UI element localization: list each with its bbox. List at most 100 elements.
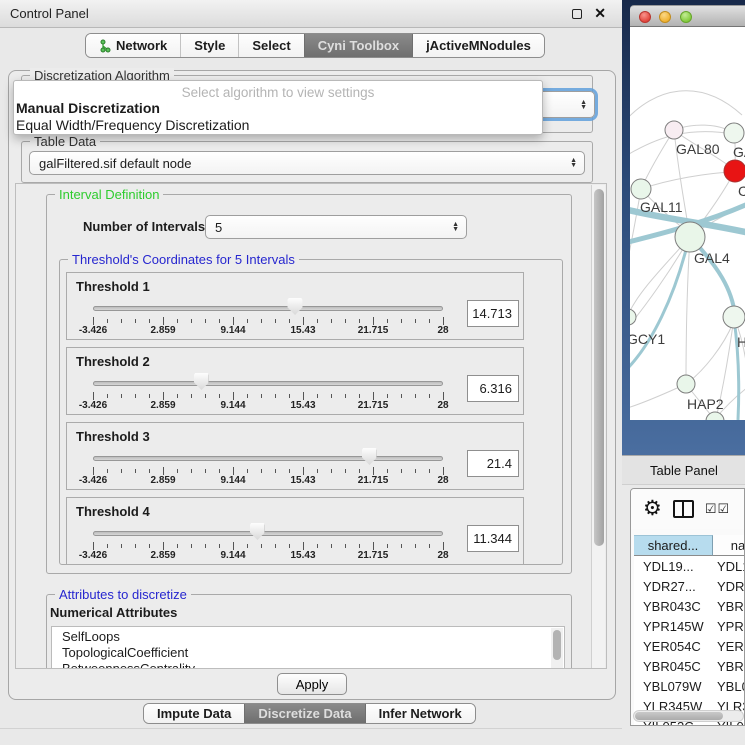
slider-tick-labels: -3.4262.8599.14415.4321.71528 xyxy=(93,400,443,412)
interval-definition-group: Interval Definition Number of Intervals … xyxy=(46,194,572,574)
cell-name[interactable]: YDL1 xyxy=(713,559,745,574)
node-label: GA xyxy=(733,144,745,160)
table-panel-body: ⚙ ☑☑ shared... na YDL19...YDL1YDR27...YD… xyxy=(630,488,745,726)
tab-network-label: Network xyxy=(116,38,167,53)
slider-tick-labels: -3.4262.8599.14415.4321.71528 xyxy=(93,475,443,487)
network-node[interactable] xyxy=(724,160,745,182)
close-traffic-light[interactable] xyxy=(639,11,651,23)
column-header-name[interactable]: na xyxy=(713,535,745,556)
tab-infer-network[interactable]: Infer Network xyxy=(365,704,475,723)
control-panel-tabs: Network Style Select Cyni Toolbox jActiv… xyxy=(85,33,545,58)
network-node[interactable] xyxy=(675,222,705,252)
dropdown-option-manual[interactable]: Manual Discretization xyxy=(14,100,542,117)
group-title: Attributes to discretize xyxy=(55,587,191,602)
cell-shared-name[interactable]: YDR27... xyxy=(634,579,713,594)
table-row[interactable]: YBR045CYBR0 xyxy=(634,656,745,676)
table-row[interactable]: YDR27...YDR2 xyxy=(634,576,745,596)
cell-shared-name[interactable]: YDL19... xyxy=(634,559,713,574)
minimize-traffic-light[interactable] xyxy=(659,11,671,23)
cell-name[interactable]: YBR0 xyxy=(713,659,745,674)
network-node[interactable] xyxy=(724,123,744,143)
network-icon xyxy=(99,39,111,53)
column-checkbox-icons[interactable]: ☑☑ xyxy=(705,501,730,517)
cell-name[interactable]: YDR2 xyxy=(713,579,745,594)
network-node[interactable] xyxy=(706,412,724,420)
list-scrollbar[interactable] xyxy=(551,628,563,669)
cell-name[interactable]: YER0 xyxy=(713,639,745,654)
settings-scroll-area: Interval Definition Number of Intervals … xyxy=(15,183,607,669)
horizontal-scrollbar[interactable] xyxy=(633,710,744,722)
cell-name[interactable]: YBR0 xyxy=(713,599,745,614)
network-window-titlebar[interactable] xyxy=(630,5,745,27)
split-panel-icon[interactable] xyxy=(673,500,694,518)
tab-jactivemnodules[interactable]: jActiveMNodules xyxy=(412,34,544,57)
network-node[interactable] xyxy=(677,375,695,393)
apply-button[interactable]: Apply xyxy=(277,673,347,695)
num-intervals-spinner[interactable]: 5 ▲▼ xyxy=(205,215,467,239)
node-label: GAL80 xyxy=(676,141,720,157)
network-canvas[interactable]: GAL80GACGAL11GAL4GCY1HHAP2 xyxy=(630,27,745,420)
vertical-scrollbar[interactable] xyxy=(591,185,605,669)
table-row[interactable]: YPR145WYPR1 xyxy=(634,616,745,636)
slider-thumb[interactable] xyxy=(194,373,209,390)
table-row[interactable]: YBL079WYBL0 xyxy=(634,676,745,696)
network-node[interactable] xyxy=(630,309,636,325)
threshold-1-panel: Threshold 1 -3.4262.8599.14415.4321.7152… xyxy=(66,272,524,340)
slider-ruler xyxy=(93,392,443,400)
tab-discretize-data[interactable]: Discretize Data xyxy=(244,704,364,723)
threshold-value-field[interactable]: 11.344 xyxy=(467,525,519,552)
attribute-list-item[interactable]: SelfLoops xyxy=(62,629,564,645)
tab-select[interactable]: Select xyxy=(238,34,303,57)
cell-shared-name[interactable]: YPR145W xyxy=(634,619,713,634)
table-data-combobox[interactable]: galFiltered.sif default node ▲▼ xyxy=(29,151,585,175)
slider-ruler xyxy=(93,467,443,475)
num-intervals-label: Number of Intervals xyxy=(83,219,205,234)
threshold-value-field[interactable]: 6.316 xyxy=(467,375,519,402)
network-node[interactable] xyxy=(631,179,651,199)
cell-shared-name[interactable]: YER054C xyxy=(634,639,713,654)
cell-shared-name[interactable]: YBR043C xyxy=(634,599,713,614)
table-row[interactable]: YBR043CYBR0 xyxy=(634,596,745,616)
tab-style[interactable]: Style xyxy=(180,34,238,57)
tab-cyni-toolbox[interactable]: Cyni Toolbox xyxy=(304,34,412,57)
slider-thumb[interactable] xyxy=(250,523,265,540)
numerical-attributes-list[interactable]: SelfLoopsTopologicalCoefficientBetweenne… xyxy=(51,626,565,669)
control-panel-titlebar: Control Panel ✕ xyxy=(0,0,622,28)
network-node[interactable] xyxy=(665,121,683,139)
tab-impute-data[interactable]: Impute Data xyxy=(144,704,244,723)
spinner-arrows-icon: ▲▼ xyxy=(452,222,459,232)
close-icon[interactable]: ✕ xyxy=(594,5,606,22)
node-label: GAL4 xyxy=(694,250,730,266)
thresholds-group: Threshold's Coordinates for 5 Intervals … xyxy=(59,259,563,565)
cell-shared-name[interactable]: YBL079W xyxy=(634,679,713,694)
slider-thumb[interactable] xyxy=(362,448,377,465)
dropdown-option-equal-width[interactable]: Equal Width/Frequency Discretization xyxy=(14,117,542,134)
network-view-frame: GAL80GACGAL11GAL4GCY1HHAP2 xyxy=(622,0,745,455)
slider-tick-labels: -3.4262.8599.14415.4321.71528 xyxy=(93,550,443,562)
table-row[interactable]: YER054CYER0 xyxy=(634,636,745,656)
slider-thumb[interactable] xyxy=(288,298,303,315)
column-header-shared-name[interactable]: shared... xyxy=(634,535,713,556)
network-node[interactable] xyxy=(723,306,745,328)
cyni-toolbox-panel: Discretization Algorithm ▲▼ Table Data g… xyxy=(8,70,616,700)
tab-network[interactable]: Network xyxy=(86,34,180,57)
table-header: shared... na xyxy=(634,535,745,556)
group-title: Threshold's Coordinates for 5 Intervals xyxy=(68,252,299,267)
zoom-traffic-light[interactable] xyxy=(680,11,692,23)
threshold-value-field[interactable]: 14.713 xyxy=(467,300,519,327)
node-label: C xyxy=(738,183,745,199)
node-label: H xyxy=(737,334,745,350)
cell-name[interactable]: YPR1 xyxy=(713,619,745,634)
gear-icon[interactable]: ⚙ xyxy=(643,499,662,519)
num-intervals-value: 5 xyxy=(215,220,222,235)
cell-name[interactable]: YBL0 xyxy=(713,679,745,694)
threshold-value-field[interactable]: 21.4 xyxy=(467,450,519,477)
attribute-list-item[interactable]: BetweennessCentrality xyxy=(62,661,564,669)
group-title: Interval Definition xyxy=(55,187,163,202)
table-panel-bar: Table Panel xyxy=(622,455,745,485)
table-row[interactable]: YDL19...YDL1 xyxy=(634,556,745,576)
attribute-list-item[interactable]: TopologicalCoefficient xyxy=(62,645,564,661)
float-window-icon[interactable] xyxy=(572,9,582,19)
cell-shared-name[interactable]: YBR045C xyxy=(634,659,713,674)
combo-arrows-icon: ▲▼ xyxy=(570,158,577,168)
